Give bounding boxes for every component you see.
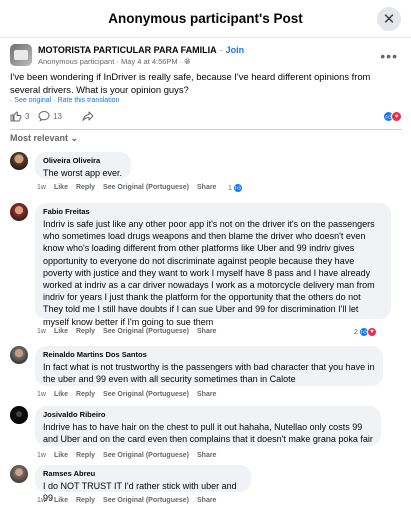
comment-time[interactable]: 1w xyxy=(37,184,46,191)
post-date[interactable]: May 4 at 4:56PM xyxy=(121,57,178,66)
reaction-count: 2 xyxy=(354,328,358,336)
comment-share-button[interactable]: Share xyxy=(197,184,216,191)
avatar[interactable] xyxy=(10,203,28,221)
comment-like-button[interactable]: Like xyxy=(54,328,68,335)
rate-translation-link[interactable]: Rate this translation xyxy=(58,97,120,104)
close-button[interactable]: ✕ xyxy=(377,7,401,31)
more-icon: ••• xyxy=(380,48,398,64)
comment-reply-button[interactable]: Reply xyxy=(76,497,95,504)
like-icon xyxy=(10,111,22,122)
share-icon xyxy=(82,111,94,121)
comment-reaction-count[interactable]: 2 👍︎ ♥ xyxy=(354,327,377,337)
group-line: MOTORISTA PARTICULAR PARA FAMILIA · Join xyxy=(38,45,245,55)
comment-reply-button[interactable]: Reply xyxy=(76,184,95,191)
comment-like-button[interactable]: Like xyxy=(54,184,68,191)
see-original-button[interactable]: See Original (Portuguese) xyxy=(103,391,189,398)
comment-share-button[interactable]: Share xyxy=(197,328,216,335)
comment-share-button[interactable]: Share xyxy=(197,391,216,398)
post-reactions[interactable]: 👍︎ ♥ xyxy=(383,111,402,122)
see-original-button[interactable]: See Original (Portuguese) xyxy=(103,184,189,191)
post-header: MOTORISTA PARTICULAR PARA FAMILIA · Join A… xyxy=(10,44,400,70)
comment-author[interactable]: Josivaldo Ribeiro xyxy=(43,410,373,419)
translation-links: · See original · Rate this translation xyxy=(10,97,120,104)
comment-like-button[interactable]: Like xyxy=(54,391,68,398)
comment-text: Indriv is safe just like any other poor … xyxy=(43,219,375,327)
group-name[interactable]: MOTORISTA PARTICULAR PARA FAMILIA xyxy=(38,45,217,55)
avatar[interactable] xyxy=(10,465,28,483)
see-original-button[interactable]: See Original (Portuguese) xyxy=(103,452,189,459)
avatar[interactable] xyxy=(10,152,28,170)
comment-actions: 1w Like Reply See Original (Portuguese) Shar… xyxy=(37,452,224,459)
comment-actions: 1w Like Reply See Original (Portuguese) Shar… xyxy=(37,184,224,191)
comment-reply-button[interactable]: Reply xyxy=(76,452,95,459)
comment-bubble: Reinaldo Martins Dos Santos In fact what… xyxy=(35,346,383,386)
comment-count: 13 xyxy=(53,111,62,121)
avatar[interactable] xyxy=(10,346,28,364)
love-reaction-icon: ♥ xyxy=(391,111,402,122)
comment-share-button[interactable]: Share xyxy=(197,452,216,459)
comment-share-button[interactable]: Share xyxy=(197,497,216,504)
close-icon: ✕ xyxy=(382,11,396,28)
avatar[interactable] xyxy=(10,406,28,424)
dialog-title: Anonymous participant's Post xyxy=(108,11,303,26)
see-original-button[interactable]: See Original (Portuguese) xyxy=(103,328,189,335)
see-original-link[interactable]: · See original xyxy=(10,97,51,104)
sort-dropdown[interactable]: Most relevant ⌄ xyxy=(10,133,78,144)
post-author[interactable]: Anonymous participant xyxy=(38,57,114,66)
love-reaction-icon: ♥ xyxy=(366,327,377,337)
post-text: I've been wondering if InDriver is reall… xyxy=(10,71,371,95)
comment-bubble: Fabio Freitas Indriv is safe just like a… xyxy=(35,203,391,327)
globe-icon: 🌐︎ xyxy=(184,57,191,66)
comment-reply-button[interactable]: Reply xyxy=(76,391,95,398)
comment-icon xyxy=(38,110,50,122)
reaction-count: 1 xyxy=(228,184,232,192)
post-actions: 3 13 👍︎ ♥ xyxy=(10,110,402,126)
comment-time[interactable]: 1w xyxy=(37,497,46,504)
comment-author[interactable]: Ramses Abreu xyxy=(43,469,243,478)
join-link[interactable]: Join xyxy=(226,45,245,55)
comment-time[interactable]: 1w xyxy=(37,328,46,335)
group-avatar[interactable] xyxy=(10,44,32,66)
comment-time[interactable]: 1w xyxy=(37,452,46,459)
comment-text: The worst app ever. xyxy=(43,168,123,178)
comment-time[interactable]: 1w xyxy=(37,391,46,398)
comment-author[interactable]: Fabio Freitas xyxy=(43,207,383,216)
comment-author[interactable]: Oliveira Oliveira xyxy=(43,156,123,165)
dialog-header: Anonymous participant's Post ✕ xyxy=(0,0,411,38)
comment-like-button[interactable]: Like xyxy=(54,452,68,459)
comment-like-button[interactable]: Like xyxy=(54,497,68,504)
comment-author[interactable]: Reinaldo Martins Dos Santos xyxy=(43,350,375,359)
comment-actions: 1w Like Reply See Original (Portuguese) Shar… xyxy=(37,497,224,504)
like-reaction-icon: 👍︎ xyxy=(232,183,243,193)
comment-bubble: Oliveira Oliveira The worst app ever. xyxy=(35,152,131,179)
comment-reaction-count[interactable]: 1 👍︎ xyxy=(228,183,243,193)
comment-actions: 1w Like Reply See Original (Portuguese) Shar… xyxy=(37,391,224,398)
chevron-down-icon: ⌄ xyxy=(70,133,79,143)
comment-text: In fact what is not trustworthy is the p… xyxy=(43,362,375,385)
comment-bubble: Josivaldo Ribeiro Indrive has to have ha… xyxy=(35,406,381,446)
more-options-button[interactable]: ••• xyxy=(380,48,398,64)
see-original-button[interactable]: See Original (Portuguese) xyxy=(103,497,189,504)
like-count: 3 xyxy=(25,111,30,121)
like-action[interactable]: 3 xyxy=(10,110,29,122)
comment-actions: 1w Like Reply See Original (Portuguese) Shar… xyxy=(37,328,224,335)
share-action[interactable] xyxy=(82,110,94,122)
divider xyxy=(10,129,402,130)
comment-text: Indrive has to have hair on the chest to… xyxy=(43,422,373,445)
comment-action[interactable]: 13 xyxy=(38,110,62,122)
comment-reply-button[interactable]: Reply xyxy=(76,328,95,335)
comment-bubble: Ramses Abreu I do NOT TRUST IT I'd rathe… xyxy=(35,465,251,503)
post-meta: Anonymous participant · May 4 at 4:56PM … xyxy=(38,57,191,66)
